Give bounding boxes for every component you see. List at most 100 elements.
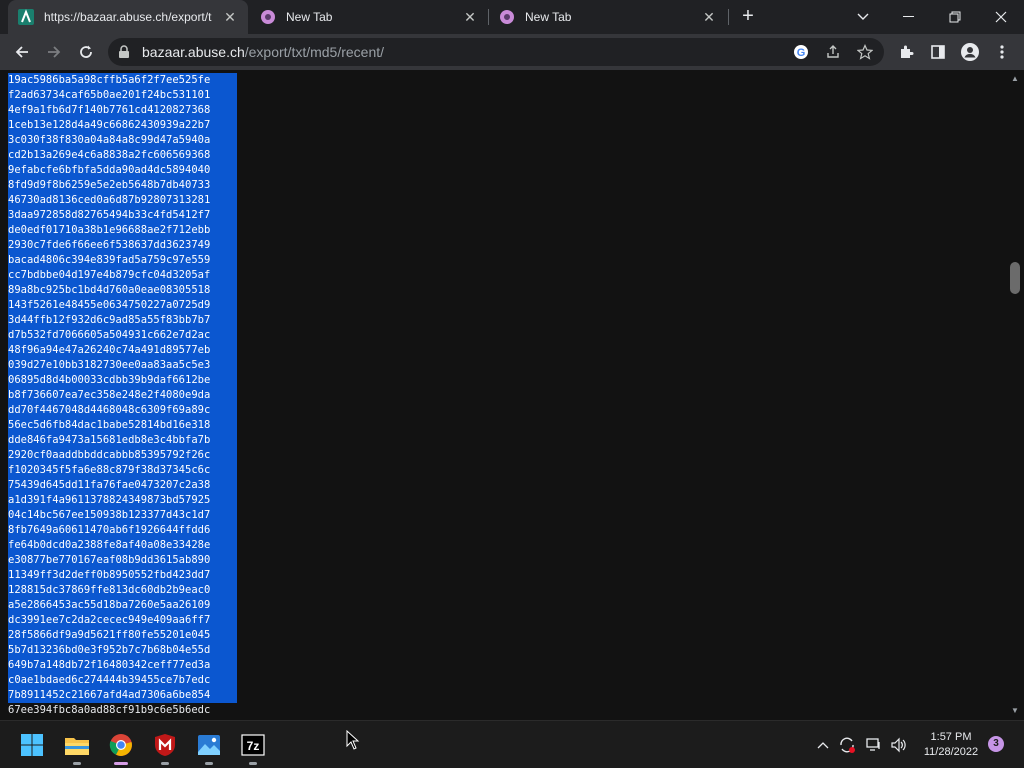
hash-line-selected[interactable]: 143f5261e48455e0634750227a0725d9 bbox=[8, 298, 237, 313]
hash-line-selected[interactable]: 9efabcfe6bfbfa5dda90ad4dc5894040 bbox=[8, 163, 237, 178]
url-text[interactable]: bazaar.abuse.ch/export/txt/md5/recent/ bbox=[142, 44, 384, 60]
tab-strip: https://bazaar.abuse.ch/export/t ✕ New T… bbox=[0, 0, 1024, 34]
reload-icon bbox=[80, 45, 92, 58]
notification-badge[interactable]: 3 bbox=[988, 736, 1004, 752]
chevron-up-icon bbox=[817, 742, 829, 749]
restore-button[interactable] bbox=[932, 0, 978, 34]
scroll-up-arrow-icon[interactable]: ▲ bbox=[1010, 74, 1020, 84]
tab-search-button[interactable] bbox=[840, 0, 886, 34]
hash-line[interactable]: 67ee394fbc8a0ad88cf91b9c6e5b6edc bbox=[8, 703, 237, 718]
hash-line-selected[interactable]: f1020345f5fa6e88c879f38d37345c6c bbox=[8, 463, 237, 478]
network-icon[interactable] bbox=[863, 734, 885, 756]
bookmark-star-icon[interactable] bbox=[856, 43, 874, 61]
hash-line-selected[interactable]: 75439d645dd11fa76fae0473207c2a38 bbox=[8, 478, 237, 493]
hash-line-selected[interactable]: f2ad63734caf65b0ae201f24bc531101 bbox=[8, 88, 237, 103]
hash-line-selected[interactable]: 7b8911452c21667afd4ad7306a6be854 bbox=[8, 688, 237, 703]
hash-line-selected[interactable]: 3daa972858d82765494b33c4fd5412f7 bbox=[8, 208, 237, 223]
hash-line-selected[interactable]: 3c030f38f830a04a84a8c99d47a5940a bbox=[8, 133, 237, 148]
back-button[interactable] bbox=[8, 38, 36, 66]
hash-line-selected[interactable]: bacad4806c394e839fad5a759c97e559 bbox=[8, 253, 237, 268]
show-hidden-icons-button[interactable] bbox=[812, 734, 834, 756]
menu-button[interactable] bbox=[988, 38, 1016, 66]
chevron-down-icon bbox=[857, 13, 869, 20]
share-icon[interactable] bbox=[824, 43, 842, 61]
hash-line-selected[interactable]: 5b7d13236bd0e3f952b7c7b68b04e55d bbox=[8, 643, 237, 658]
windows-taskbar: 7z 1:57 PM 11/28/2022 3 bbox=[0, 720, 1024, 768]
hash-line-selected[interactable]: 8fb7649a60611470ab6f1926644ffdd6 bbox=[8, 523, 237, 538]
hash-line-selected[interactable]: 1ceb13e128d4a49c66862430939a22b7 bbox=[8, 118, 237, 133]
new-tab-icon bbox=[260, 9, 276, 25]
hash-line-selected[interactable]: 128815dc37869ffe813dc60db2b9eac0 bbox=[8, 583, 237, 598]
hash-line-selected[interactable]: 3d44ffb12f932d6c9ad85a55f83bb7b7 bbox=[8, 313, 237, 328]
hash-line-selected[interactable]: 56ec5d6fb84dac1babe52814bd16e318 bbox=[8, 418, 237, 433]
7zip-button[interactable]: 7z bbox=[237, 729, 269, 765]
hash-line-selected[interactable]: 06895d8d4b00033cdbb39b9daf6612be bbox=[8, 373, 237, 388]
tab-title: https://bazaar.abuse.ch/export/t bbox=[44, 10, 212, 24]
clock-date: 11/28/2022 bbox=[923, 746, 979, 758]
google-lens-icon[interactable]: G bbox=[792, 43, 810, 61]
clock-time: 1:57 PM bbox=[930, 731, 972, 743]
back-arrow-icon bbox=[15, 46, 28, 58]
hash-line-selected[interactable]: 4ef9a1fb6d7f140b7761cd4120827368 bbox=[8, 103, 237, 118]
scrollbar-thumb[interactable] bbox=[1010, 262, 1020, 294]
forward-button[interactable] bbox=[40, 38, 68, 66]
tab-new-tab-2[interactable]: New Tab ✕ bbox=[489, 0, 727, 34]
hash-line-selected[interactable]: 649b7a148db72f16480342ceff77ed3a bbox=[8, 658, 237, 673]
hash-line-selected[interactable]: de0edf01710a38b1e96688ae2f712ebb bbox=[8, 223, 237, 238]
hash-line-selected[interactable]: dde846fa9473a15681edb8e3c4bbfa7b bbox=[8, 433, 237, 448]
extensions-button[interactable] bbox=[892, 38, 920, 66]
new-tab-button[interactable]: + bbox=[736, 5, 760, 29]
hash-line-selected[interactable]: 89a8bc925bc1bd4d760a0eae08305518 bbox=[8, 283, 237, 298]
hash-line-selected[interactable]: 46730ad8136ced0a6d87b92807313281 bbox=[8, 193, 237, 208]
hash-line-selected[interactable]: 2920cf0aaddbbddcabbb85395792f26c bbox=[8, 448, 237, 463]
hash-line-selected[interactable]: dc3991ee7c2da2cecec949e409aa6ff7 bbox=[8, 613, 237, 628]
profile-avatar-icon bbox=[961, 43, 979, 61]
start-button[interactable] bbox=[16, 729, 48, 761]
close-window-button[interactable] bbox=[978, 0, 1024, 34]
hash-line-selected[interactable]: 2930c7fde6f66ee6f538637dd3623749 bbox=[8, 238, 237, 253]
mcafee-button[interactable] bbox=[149, 729, 181, 765]
hash-line-selected[interactable]: dd70f4467048d4468048c6309f69a89c bbox=[8, 403, 237, 418]
hash-line-selected[interactable]: e30877be770167eaf08b9dd3615ab890 bbox=[8, 553, 237, 568]
hash-line-selected[interactable]: a5e2866453ac55d18ba7260e5aa26109 bbox=[8, 598, 237, 613]
hash-line-selected[interactable]: a1d391f4a9611378824349873bd57925 bbox=[8, 493, 237, 508]
file-explorer-icon bbox=[65, 738, 89, 755]
hash-line-selected[interactable]: fe64b0dcd0a2388fe8af40a08e33428e bbox=[8, 538, 237, 553]
tab-bazaar[interactable]: https://bazaar.abuse.ch/export/t ✕ bbox=[8, 0, 248, 34]
hash-line-selected[interactable]: cd2b13a269e4c6a8838a2fc606569368 bbox=[8, 148, 237, 163]
hash-line-selected[interactable]: d7b532fd7066605a504931c662e7d2ac bbox=[8, 328, 237, 343]
close-tab-icon[interactable]: ✕ bbox=[701, 9, 717, 26]
minimize-icon bbox=[903, 16, 914, 17]
hash-line-selected[interactable]: 11349ff3d2deff0b8950552fbd423dd7 bbox=[8, 568, 237, 583]
chrome-button[interactable] bbox=[105, 729, 137, 765]
hash-line-selected[interactable]: cc7bdbbe04d197e4b879cfc04d3205af bbox=[8, 268, 237, 283]
tab-new-tab-1[interactable]: New Tab ✕ bbox=[250, 0, 488, 34]
hash-line-selected[interactable]: 19ac5986ba5a98cffb5a6f2f7ee525fe bbox=[8, 73, 237, 88]
lock-icon[interactable] bbox=[118, 45, 130, 64]
volume-icon[interactable] bbox=[888, 734, 910, 756]
hash-line-selected[interactable]: 8fd9d9f8b6259e5e2eb5648b7db40733 bbox=[8, 178, 237, 193]
hash-line-selected[interactable]: c0ae1bdaed6c274444b39455ce7b7edc bbox=[8, 673, 237, 688]
address-bar[interactable]: bazaar.abuse.ch/export/txt/md5/recent/ G bbox=[108, 38, 884, 66]
hash-line-selected[interactable]: b8f736607ea7ec358e248e2f4080e9da bbox=[8, 388, 237, 403]
hash-line-selected[interactable]: 28f5866df9a9d5621ff80fe55201e045 bbox=[8, 628, 237, 643]
side-panel-button[interactable] bbox=[924, 38, 952, 66]
reload-button[interactable] bbox=[72, 38, 100, 66]
7zip-icon: 7z bbox=[241, 734, 265, 756]
close-tab-icon[interactable]: ✕ bbox=[462, 9, 478, 26]
profile-button[interactable] bbox=[956, 38, 984, 66]
start-icon bbox=[21, 734, 43, 756]
file-explorer-button[interactable] bbox=[61, 729, 93, 765]
system-clock[interactable]: 1:57 PM 11/28/2022 bbox=[920, 730, 982, 760]
scroll-down-arrow-icon[interactable]: ▼ bbox=[1010, 706, 1020, 716]
minimize-button[interactable] bbox=[886, 0, 932, 34]
hash-line-selected[interactable]: 04c14bc567ee150938b123377d43c1d7 bbox=[8, 508, 237, 523]
photos-button[interactable] bbox=[193, 729, 225, 765]
vertical-scrollbar[interactable]: ▲ ▼ bbox=[1006, 70, 1024, 720]
sync-tray-icon[interactable] bbox=[836, 734, 858, 756]
hash-list[interactable]: 19ac5986ba5a98cffb5a6f2f7ee525fe f2ad6373… bbox=[8, 73, 237, 718]
close-tab-icon[interactable]: ✕ bbox=[222, 9, 238, 26]
mouse-cursor-icon bbox=[346, 730, 360, 750]
hash-line-selected[interactable]: 039d27e10bb3182730ee0aa83aa5c5e3 bbox=[8, 358, 237, 373]
hash-line-selected[interactable]: 48f96a94e47a26240c74a491d89577eb bbox=[8, 343, 237, 358]
